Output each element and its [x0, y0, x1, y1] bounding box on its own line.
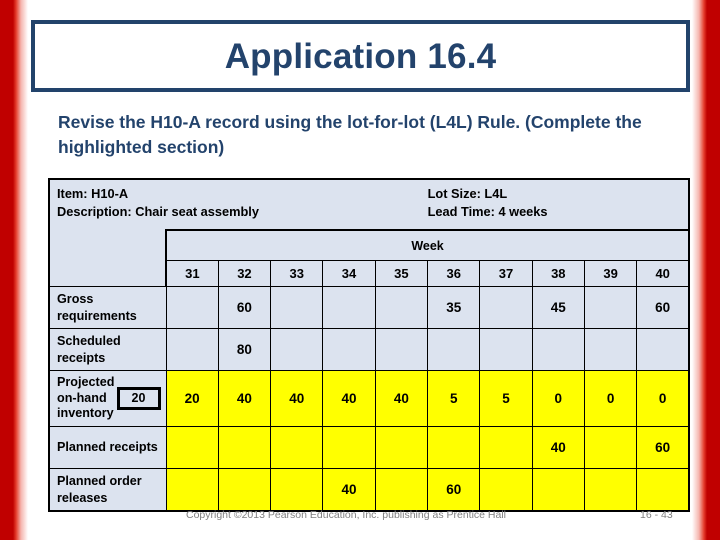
- week-header-40: 40: [636, 260, 690, 287]
- cell-gross-33: [270, 286, 324, 329]
- week-header-35: 35: [374, 260, 429, 287]
- row-label-projected-on-hand: Projected on-hand inventory 20: [48, 370, 167, 427]
- cell-sched-31: [165, 328, 219, 371]
- cell-poh-31[interactable]: 20: [165, 370, 219, 427]
- cell-prec-38[interactable]: 40: [531, 426, 585, 469]
- footer-page-number: 16 - 43: [640, 509, 673, 521]
- week-header-33: 33: [270, 260, 324, 287]
- week-banner-spacer: [49, 230, 167, 261]
- item-label: Item: H10-A: [57, 186, 129, 201]
- cell-prec-37[interactable]: [479, 426, 533, 469]
- cell-poh-34[interactable]: 40: [322, 370, 376, 427]
- cell-sched-35: [374, 328, 429, 371]
- cell-por-35[interactable]: [374, 468, 429, 512]
- cell-por-38[interactable]: [531, 468, 585, 512]
- cell-poh-40[interactable]: 0: [636, 370, 690, 427]
- slide-surface: Application 16.4 Revise the H10-A record…: [0, 0, 720, 540]
- row-label-projected-on-hand-text: Projected on-hand inventory: [57, 375, 115, 421]
- cell-prec-36[interactable]: [427, 426, 481, 469]
- cell-sched-39: [583, 328, 638, 371]
- table-row: Projected on-hand inventory 20 20 40 40 …: [48, 370, 690, 427]
- lead-time-label: Lead Time: 4 weeks: [427, 203, 548, 219]
- row-label-gross-requirements: Gross requirements: [48, 286, 167, 329]
- cell-poh-39[interactable]: 0: [583, 370, 638, 427]
- cell-por-37[interactable]: [479, 468, 533, 512]
- cell-poh-37[interactable]: 5: [479, 370, 533, 427]
- cell-gross-34: [322, 286, 376, 329]
- cell-sched-34: [322, 328, 376, 371]
- week-header-37: 37: [479, 260, 533, 287]
- week-number-row-blank: [49, 260, 167, 287]
- cell-poh-36[interactable]: 5: [427, 370, 481, 427]
- row-label-planned-receipts: Planned receipts: [48, 426, 167, 469]
- week-header-39: 39: [583, 260, 638, 287]
- week-header-32: 32: [217, 260, 272, 287]
- week-banner-row: Week: [49, 229, 690, 261]
- cell-prec-39[interactable]: [583, 426, 638, 469]
- cell-gross-39: [583, 286, 638, 329]
- mrp-record-table: Item: H10-A Description: Chair seat asse…: [48, 178, 691, 512]
- slide-title-box: Application 16.4: [31, 20, 690, 92]
- table-row: Planned receipts 40 60: [48, 426, 690, 469]
- cell-gross-40: 60: [636, 286, 690, 329]
- cell-gross-36: 35: [427, 286, 481, 329]
- cell-prec-34[interactable]: [322, 426, 376, 469]
- cell-gross-32: 60: [217, 286, 272, 329]
- cell-prec-35[interactable]: [374, 426, 429, 469]
- table-row: Gross requirements 60 35 45 60: [48, 286, 690, 329]
- row-label-scheduled-receipts: Scheduled receipts: [48, 328, 167, 371]
- cell-prec-33[interactable]: [270, 426, 324, 469]
- cell-prec-40[interactable]: 60: [636, 426, 690, 469]
- item-info-cell: Item: H10-A Description: Chair seat asse…: [49, 179, 428, 230]
- cell-sched-37: [479, 328, 533, 371]
- footer-copyright: Copyright ©2013 Pearson Education, Inc. …: [186, 509, 507, 521]
- week-header-31: 31: [165, 260, 219, 287]
- cell-por-34[interactable]: 40: [322, 468, 376, 512]
- cell-sched-33: [270, 328, 324, 371]
- cell-poh-38[interactable]: 0: [531, 370, 585, 427]
- lot-info-cell: Lot Size: L4L Lead Time: 4 weeks: [427, 179, 690, 230]
- cell-por-40[interactable]: [636, 468, 690, 512]
- cell-sched-38: [531, 328, 585, 371]
- starting-inventory-box: 20: [116, 386, 161, 411]
- cell-por-32[interactable]: [217, 468, 272, 512]
- record-info-row: Item: H10-A Description: Chair seat asse…: [49, 179, 690, 230]
- row-label-planned-order-releases: Planned order releases: [48, 468, 167, 512]
- week-header-38: 38: [531, 260, 585, 287]
- cell-prec-31[interactable]: [165, 426, 219, 469]
- week-header-34: 34: [322, 260, 376, 287]
- cell-poh-35[interactable]: 40: [374, 370, 429, 427]
- cell-gross-35: [374, 286, 429, 329]
- cell-sched-32: 80: [217, 328, 272, 371]
- cell-por-39[interactable]: [583, 468, 638, 512]
- cell-por-31[interactable]: [165, 468, 219, 512]
- lot-size-label: Lot Size: L4L: [427, 186, 508, 201]
- week-banner-label: Week: [166, 229, 690, 261]
- cell-sched-40: [636, 328, 690, 371]
- week-number-row: 31 32 33 34 35 36 37 38 39 40: [49, 260, 690, 287]
- cell-por-36[interactable]: 60: [427, 468, 481, 512]
- description-label: Description: Chair seat assembly: [57, 203, 259, 219]
- page-title: Application 16.4: [224, 36, 497, 76]
- cell-gross-37: [479, 286, 533, 329]
- week-header-36: 36: [427, 260, 481, 287]
- slide-subtitle: Revise the H10-A record using the lot-fo…: [58, 112, 642, 157]
- cell-sched-36: [427, 328, 481, 371]
- cell-prec-32[interactable]: [217, 426, 272, 469]
- cell-poh-32[interactable]: 40: [217, 370, 272, 427]
- cell-gross-38: 45: [531, 286, 585, 329]
- cell-poh-33[interactable]: 40: [270, 370, 324, 427]
- table-row: Planned order releases 40 60: [48, 468, 690, 512]
- cell-gross-31: [165, 286, 219, 329]
- cell-por-33[interactable]: [270, 468, 324, 512]
- table-row: Scheduled receipts 80: [48, 328, 690, 371]
